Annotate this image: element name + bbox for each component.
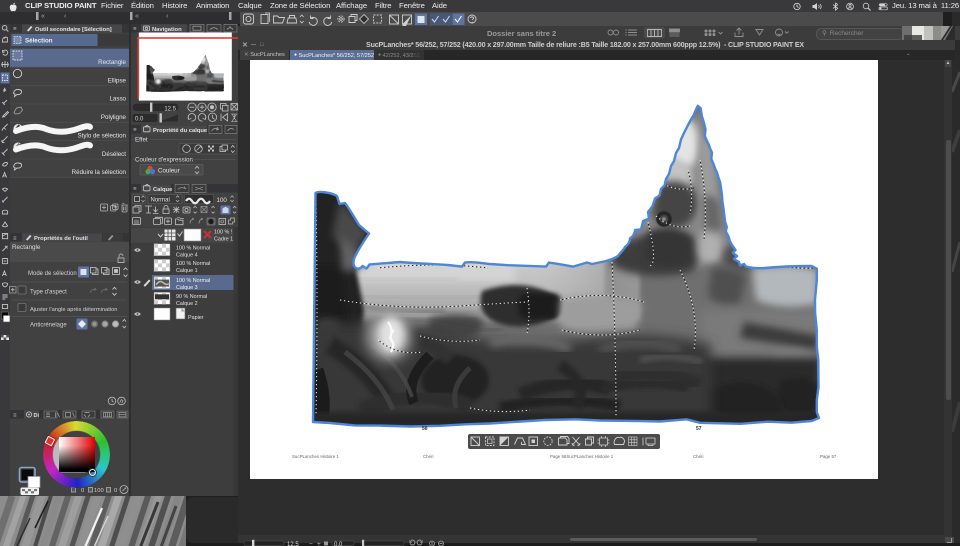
svg-text:Di: Di — [34, 413, 40, 419]
svg-text:Lasso: Lasso — [109, 96, 126, 103]
svg-text:90 % Normal: 90 % Normal — [176, 294, 207, 300]
svg-text:12.5: 12.5 — [287, 542, 299, 546]
svg-text:100: 100 — [94, 488, 104, 494]
svg-text:+: + — [317, 541, 321, 546]
svg-text:Cadre 1: Cadre 1 — [214, 237, 233, 243]
svg-text:≡: ≡ — [13, 27, 17, 33]
svg-text:100 % Normal: 100 % Normal — [176, 246, 210, 252]
svg-text:12.5: 12.5 — [164, 106, 176, 112]
svg-text:Mode de sélection: Mode de sélection — [28, 271, 77, 277]
svg-text:Calque 2: Calque 2 — [176, 301, 198, 307]
svg-text:100 % Normal: 100 % Normal — [176, 261, 210, 267]
svg-text:Rectangle: Rectangle — [98, 59, 126, 66]
svg-text:100 % Normal: 100 % Normal — [176, 278, 210, 284]
svg-text:0: 0 — [81, 488, 84, 494]
svg-text:Sélection: Sélection — [25, 38, 53, 45]
svg-text:Type d'aspect: Type d'aspect — [30, 290, 67, 296]
svg-text:0: 0 — [114, 488, 117, 494]
svg-text:Réduire la sélection: Réduire la sélection — [72, 169, 127, 176]
svg-text:Couleur: Couleur — [158, 167, 180, 174]
svg-text:Rectangle: Rectangle — [12, 244, 41, 251]
svg-text:Outil secondaire [Sélection]: Outil secondaire [Sélection] — [35, 27, 112, 33]
svg-text:Navigation: Navigation — [152, 27, 182, 33]
svg-text:≡: ≡ — [13, 413, 17, 419]
svg-text:Anticrénelage: Anticrénelage — [30, 323, 67, 329]
svg-text:Couleur d'expression: Couleur d'expression — [135, 157, 193, 164]
svg-text:≡: ≡ — [133, 187, 137, 193]
svg-text:Propriété du calque: Propriété du calque — [153, 128, 208, 134]
svg-text:Normal: Normal — [151, 198, 170, 204]
svg-text:Calque 4: Calque 4 — [176, 253, 198, 259]
svg-text:Calque 3: Calque 3 — [176, 285, 198, 291]
svg-text:≡: ≡ — [133, 128, 137, 134]
svg-text:≡: ≡ — [133, 27, 137, 33]
svg-text:Calque 1: Calque 1 — [176, 268, 198, 274]
svg-text:≡: ≡ — [13, 236, 17, 242]
svg-text:Ellipse: Ellipse — [108, 77, 127, 84]
svg-text:Stylo de sélection: Stylo de sélection — [78, 132, 127, 139]
svg-text:Calque: Calque — [153, 187, 173, 193]
svg-text:100 % !: 100 % ! — [214, 230, 233, 236]
svg-text:100: 100 — [217, 197, 228, 204]
svg-text:Ajuster l'angle après détermin: Ajuster l'angle après détermination — [30, 307, 117, 313]
svg-text:Effet: Effet — [135, 137, 148, 144]
svg-text:Papier: Papier — [188, 315, 204, 321]
svg-text:Désélect: Désélect — [102, 151, 126, 158]
svg-text:0.0: 0.0 — [334, 542, 343, 546]
svg-text:Polyligne: Polyligne — [101, 114, 127, 121]
svg-text:0.0: 0.0 — [135, 117, 144, 123]
svg-text:Propriétés de l'outil: Propriétés de l'outil — [34, 236, 88, 242]
svg-text:−: − — [309, 541, 313, 546]
